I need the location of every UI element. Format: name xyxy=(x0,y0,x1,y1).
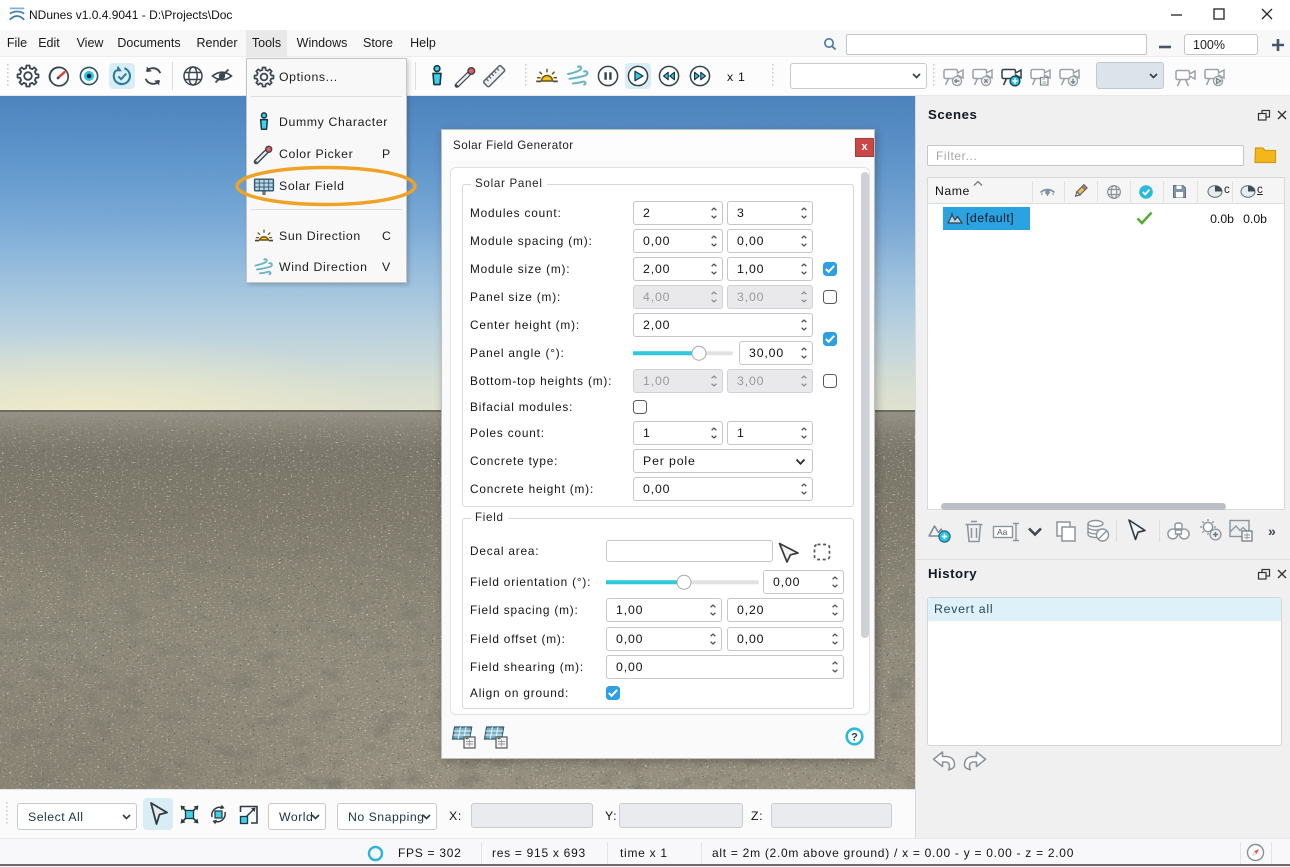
svg-text:?: ? xyxy=(851,732,858,744)
svg-text:Aa: Aa xyxy=(997,527,1008,537)
